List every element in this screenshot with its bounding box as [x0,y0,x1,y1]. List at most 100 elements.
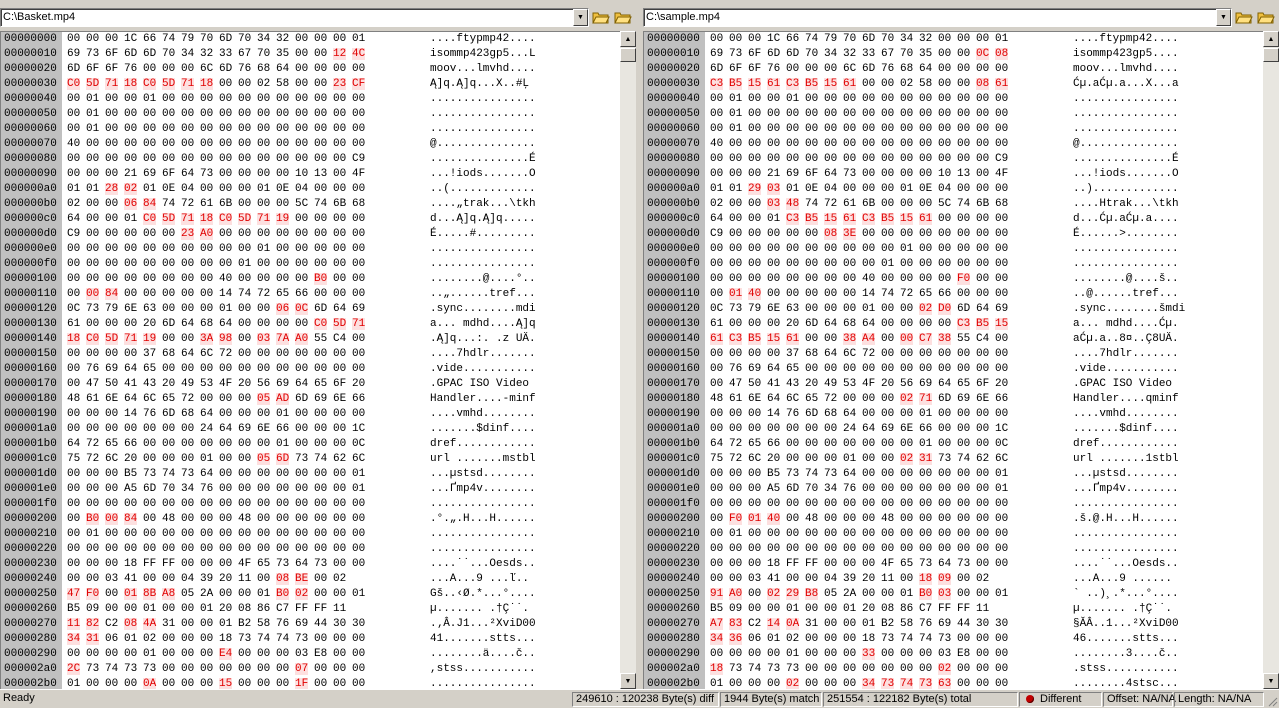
hex-byte[interactable]: 10 [938,167,957,182]
hex-byte[interactable]: 00 [352,92,371,107]
hex-byte[interactable]: 00 [729,422,748,437]
hex-byte[interactable]: 69 [238,422,257,437]
hex-byte[interactable]: 6F [105,62,124,77]
hex-byte[interactable]: 00 [938,152,957,167]
hex-byte[interactable]: 00 [276,467,295,482]
diff-byte[interactable]: A0 [729,587,748,602]
hex-byte[interactable]: 74 [881,287,900,302]
hex-byte[interactable]: 64 [67,212,86,227]
hex-byte[interactable]: 00 [181,437,200,452]
hex-byte[interactable]: 00 [843,677,862,689]
hex-byte[interactable]: 69 [881,422,900,437]
hex-byte[interactable]: 44 [314,617,333,632]
hex-byte[interactable]: 35 [276,47,295,62]
ascii-text[interactable]: .stss........... [1073,662,1179,677]
ascii-text[interactable]: µ....... .†Ç˙˙. [430,602,529,617]
diff-byte[interactable]: C0 [86,332,105,347]
hex-byte[interactable]: 00 [843,302,862,317]
hex-byte[interactable]: 6E [976,392,995,407]
hex-byte[interactable]: 00 [957,152,976,167]
hex-byte[interactable]: 00 [219,392,238,407]
hex-byte[interactable]: 00 [900,152,919,167]
hex-byte[interactable]: 00 [86,317,105,332]
ascii-text[interactable]: ................ [430,257,536,272]
diff-byte[interactable]: 82 [86,617,105,632]
hex-byte[interactable]: 00 [219,77,238,92]
hex-byte[interactable]: 00 [957,137,976,152]
hex-byte[interactable]: 64 [295,557,314,572]
hex-byte[interactable]: 69 [67,47,86,62]
hex-byte[interactable]: 68 [352,197,371,212]
hex-byte[interactable]: 20 [805,377,824,392]
hex-byte[interactable]: 00 [86,557,105,572]
hex-byte[interactable]: 69 [276,377,295,392]
hex-byte[interactable]: 00 [257,122,276,137]
hex-byte[interactable]: 0E [805,182,824,197]
hex-byte[interactable]: 64 [219,422,238,437]
ascii-text[interactable]: dref............ [1073,437,1179,452]
hex-byte[interactable]: 65 [105,437,124,452]
hex-byte[interactable]: 02 [67,197,86,212]
hex-byte[interactable]: 00 [843,107,862,122]
hex-byte[interactable]: 00 [748,197,767,212]
ascii-text[interactable]: .vide........... [430,362,536,377]
hex-byte[interactable]: 73 [786,467,805,482]
hex-byte[interactable]: 00 [352,242,371,257]
hex-byte[interactable]: 00 [143,422,162,437]
hex-byte[interactable]: 00 [276,647,295,662]
ascii-text[interactable]: ....vmhd........ [1073,407,1179,422]
hex-byte[interactable]: 01 [143,92,162,107]
hex-byte[interactable]: 6C [995,452,1014,467]
hex-byte[interactable]: 00 [919,662,938,677]
hex-byte[interactable]: 30 [995,617,1014,632]
ascii-text[interactable]: É......>........ [1073,227,1179,242]
diff-byte[interactable]: 06 [276,302,295,317]
hex-byte[interactable]: 74 [957,197,976,212]
hex-byte[interactable]: 43 [143,377,162,392]
hex-byte[interactable]: 73 [314,557,333,572]
hex-byte[interactable]: 00 [881,107,900,122]
hex-byte[interactable]: 24 [843,422,862,437]
hex-byte[interactable]: 43 [786,377,805,392]
hex-byte[interactable]: 00 [862,512,881,527]
hex-byte[interactable]: 00 [995,107,1014,122]
hex-byte[interactable]: 64 [938,557,957,572]
hex-byte[interactable]: 00 [124,227,143,242]
hex-byte[interactable]: 00 [295,542,314,557]
hex-byte[interactable]: 76 [843,482,862,497]
hex-byte[interactable]: 00 [710,152,729,167]
hex-byte[interactable]: 00 [900,662,919,677]
diff-byte[interactable]: B5 [976,317,995,332]
hex-byte[interactable]: 01 [124,212,143,227]
hex-byte[interactable]: 00 [162,242,181,257]
diff-byte[interactable]: C3 [862,212,881,227]
diff-byte[interactable]: F0 [729,512,748,527]
hex-byte[interactable]: 01 [124,632,143,647]
hex-byte[interactable]: 00 [938,542,957,557]
ascii-text[interactable]: Gš..‹Ø.*...°.... [430,587,536,602]
hex-byte[interactable]: 00 [843,512,862,527]
hex-byte[interactable]: 00 [314,632,333,647]
hex-byte[interactable]: 00 [257,197,276,212]
hex-byte[interactable]: 69 [295,617,314,632]
hex-byte[interactable]: 00 [105,647,124,662]
hex-byte[interactable]: 00 [162,422,181,437]
hex-byte[interactable]: 66 [995,392,1014,407]
diff-byte[interactable]: 5D [162,212,181,227]
hex-byte[interactable]: 6D [314,302,333,317]
hex-byte[interactable]: 00 [219,587,238,602]
hex-byte[interactable]: 00 [67,287,86,302]
hex-byte[interactable]: 00 [957,182,976,197]
hex-byte[interactable]: 00 [748,542,767,557]
hex-byte[interactable]: 00 [881,242,900,257]
hex-byte[interactable]: 00 [938,272,957,287]
hex-byte[interactable]: 6D [957,302,976,317]
hex-byte[interactable]: 20 [786,317,805,332]
hex-byte[interactable]: 00 [86,137,105,152]
hex-byte[interactable]: 30 [333,617,352,632]
hex-byte[interactable]: 73 [86,662,105,677]
hex-byte[interactable]: 00 [105,587,124,602]
hex-byte[interactable]: 00 [276,137,295,152]
hex-byte[interactable]: 00 [729,242,748,257]
hex-byte[interactable]: 00 [843,647,862,662]
